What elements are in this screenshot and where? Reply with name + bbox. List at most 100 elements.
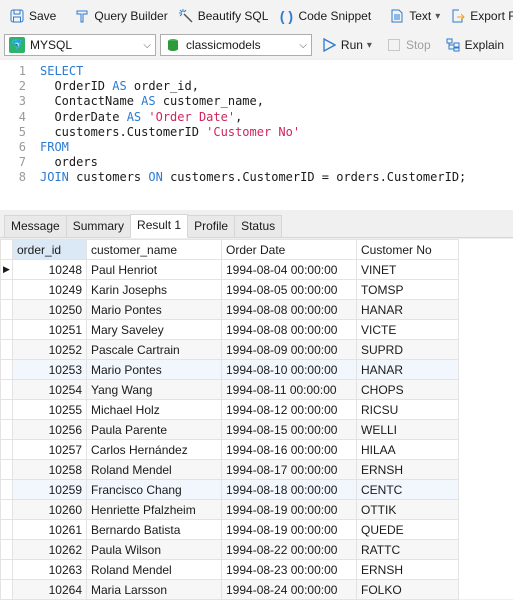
row-header[interactable] [0,279,13,300]
table-row[interactable]: 10251 Mary Saveley 1994-08-08 00:00:00 VICT… [0,319,459,340]
tab-message[interactable]: Message [4,215,67,237]
cell-order-date[interactable]: 1994-08-08 00:00:00 [221,319,357,340]
row-header[interactable] [0,319,13,340]
row-header[interactable] [0,579,13,600]
cell-order-id[interactable]: 10249 [12,279,87,300]
cell-customer-name[interactable]: Roland Mendel [86,559,222,580]
table-row[interactable]: 10252 Pascale Cartrain 1994-08-09 00:00:00… [0,339,459,360]
row-header[interactable] [0,379,13,400]
table-row[interactable]: 10261 Bernardo Batista 1994-08-19 00:00:00… [0,519,459,540]
code-snippet-button[interactable]: ( ) Code Snippet [273,4,376,28]
cell-customer-name[interactable]: Paula Wilson [86,539,222,560]
table-row[interactable]: 10262 Paula Wilson 1994-08-22 00:00:00 RATT… [0,539,459,560]
cell-order-id[interactable]: 10262 [12,539,87,560]
cell-order-id[interactable]: 10261 [12,519,87,540]
cell-order-id[interactable]: 10257 [12,439,87,460]
cell-order-date[interactable]: 1994-08-23 00:00:00 [221,559,357,580]
cell-customer-no[interactable]: HANAR [356,359,459,380]
row-header[interactable] [0,559,13,580]
table-row[interactable]: 10256 Paula Parente 1994-08-15 00:00:00 WEL… [0,419,459,440]
table-row[interactable]: 10263 Roland Mendel 1994-08-23 00:00:00 ERN… [0,559,459,580]
row-header[interactable] [0,419,13,440]
cell-order-id[interactable]: 10258 [12,459,87,480]
cell-customer-no[interactable]: CHOPS [356,379,459,400]
run-button[interactable]: Run ▾ [316,33,377,57]
row-header[interactable] [0,399,13,420]
cell-order-date[interactable]: 1994-08-12 00:00:00 [221,399,357,420]
explain-button[interactable]: Explain [440,33,509,57]
cell-order-date[interactable]: 1994-08-11 00:00:00 [221,379,357,400]
cell-customer-name[interactable]: Henriette Pfalzheim [86,499,222,520]
cell-order-date[interactable]: 1994-08-17 00:00:00 [221,459,357,480]
cell-order-date[interactable]: 1994-08-05 00:00:00 [221,279,357,300]
table-row[interactable]: 10253 Mario Pontes 1994-08-10 00:00:00 HANA… [0,359,459,380]
cell-order-date[interactable]: 1994-08-08 00:00:00 [221,299,357,320]
cell-order-id[interactable]: 10252 [12,339,87,360]
cell-customer-no[interactable]: RATTC [356,539,459,560]
cell-order-date[interactable]: 1994-08-19 00:00:00 [221,499,357,520]
column-header-order-date[interactable]: Order Date [221,239,357,260]
cell-order-id[interactable]: 10260 [12,499,87,520]
row-header[interactable] [0,439,13,460]
tab-result-1[interactable]: Result 1 [130,214,189,238]
column-header-customer-name[interactable]: customer_name [86,239,222,260]
cell-customer-name[interactable]: Mario Pontes [86,299,222,320]
cell-customer-name[interactable]: Carlos Hernández [86,439,222,460]
query-builder-button[interactable]: Query Builder [69,4,172,28]
cell-customer-no[interactable]: QUEDE [356,519,459,540]
cell-order-date[interactable]: 1994-08-15 00:00:00 [221,419,357,440]
cell-order-id[interactable]: 10255 [12,399,87,420]
cell-order-id[interactable]: 10248 [12,259,87,280]
cell-customer-name[interactable]: Paula Parente [86,419,222,440]
cell-customer-no[interactable]: HANAR [356,299,459,320]
row-header[interactable] [0,519,13,540]
cell-customer-no[interactable]: ERNSH [356,559,459,580]
cell-customer-no[interactable]: VINET [356,259,459,280]
cell-customer-no[interactable]: VICTE [356,319,459,340]
cell-customer-name[interactable]: Karin Josephs [86,279,222,300]
cell-customer-name[interactable]: Francisco Chang [86,479,222,500]
database-select[interactable]: classicmodels ⌵ [159,34,312,56]
tab-summary[interactable]: Summary [65,215,132,237]
table-row[interactable]: 10264 Maria Larsson 1994-08-24 00:00:00 FOL… [0,579,459,600]
cell-order-id[interactable]: 10259 [12,479,87,500]
result-grid[interactable]: order_id customer_name Order Date Custom… [0,239,513,600]
column-header-order-id[interactable]: order_id [12,239,87,260]
cell-order-id[interactable]: 10250 [12,299,87,320]
cell-customer-name[interactable]: Michael Holz [86,399,222,420]
cell-customer-name[interactable]: Pascale Cartrain [86,339,222,360]
table-row[interactable]: 10250 Mario Pontes 1994-08-08 00:00:00 HANA… [0,299,459,320]
cell-customer-no[interactable]: FOLKO [356,579,459,600]
row-header[interactable] [0,479,13,500]
cell-order-date[interactable]: 1994-08-16 00:00:00 [221,439,357,460]
cell-customer-no[interactable]: RICSU [356,399,459,420]
cell-order-id[interactable]: 10253 [12,359,87,380]
cell-order-id[interactable]: 10256 [12,419,87,440]
cell-order-date[interactable]: 1994-08-18 00:00:00 [221,479,357,500]
cell-order-id[interactable]: 10264 [12,579,87,600]
table-row[interactable]: ▶ 10248 Paul Henriot 1994-08-04 00:00:00 VIN… [0,259,459,280]
table-row[interactable]: 10254 Yang Wang 1994-08-11 00:00:00 CHOPS [0,379,459,400]
cell-customer-no[interactable]: WELLI [356,419,459,440]
column-header-customer-no[interactable]: Customer No [356,239,459,260]
sql-editor[interactable]: 1 SELECT 2 OrderID AS order_id, 3 Contact… [0,60,513,210]
cell-order-date[interactable]: 1994-08-10 00:00:00 [221,359,357,380]
beautify-sql-button[interactable]: Beautify SQL [173,4,274,28]
row-header[interactable] [0,359,13,380]
cell-customer-name[interactable]: Mario Pontes [86,359,222,380]
tab-status[interactable]: Status [234,215,283,237]
cell-customer-name[interactable]: Paul Henriot [86,259,222,280]
row-header[interactable] [0,459,13,480]
current-row-indicator-icon[interactable]: ▶ [0,259,13,280]
cell-customer-no[interactable]: TOMSP [356,279,459,300]
cell-order-id[interactable]: 10254 [12,379,87,400]
table-row[interactable]: 10258 Roland Mendel 1994-08-17 00:00:00 ERN… [0,459,459,480]
cell-order-date[interactable]: 1994-08-22 00:00:00 [221,539,357,560]
row-header[interactable] [0,499,13,520]
cell-customer-name[interactable]: Mary Saveley [86,319,222,340]
cell-order-date[interactable]: 1994-08-09 00:00:00 [221,339,357,360]
export-result-button[interactable]: Export Re [445,4,513,28]
table-row[interactable]: 10249 Karin Josephs 1994-08-05 00:00:00 TOM… [0,279,459,300]
stop-button[interactable]: Stop [381,33,436,57]
cell-customer-no[interactable]: SUPRD [356,339,459,360]
